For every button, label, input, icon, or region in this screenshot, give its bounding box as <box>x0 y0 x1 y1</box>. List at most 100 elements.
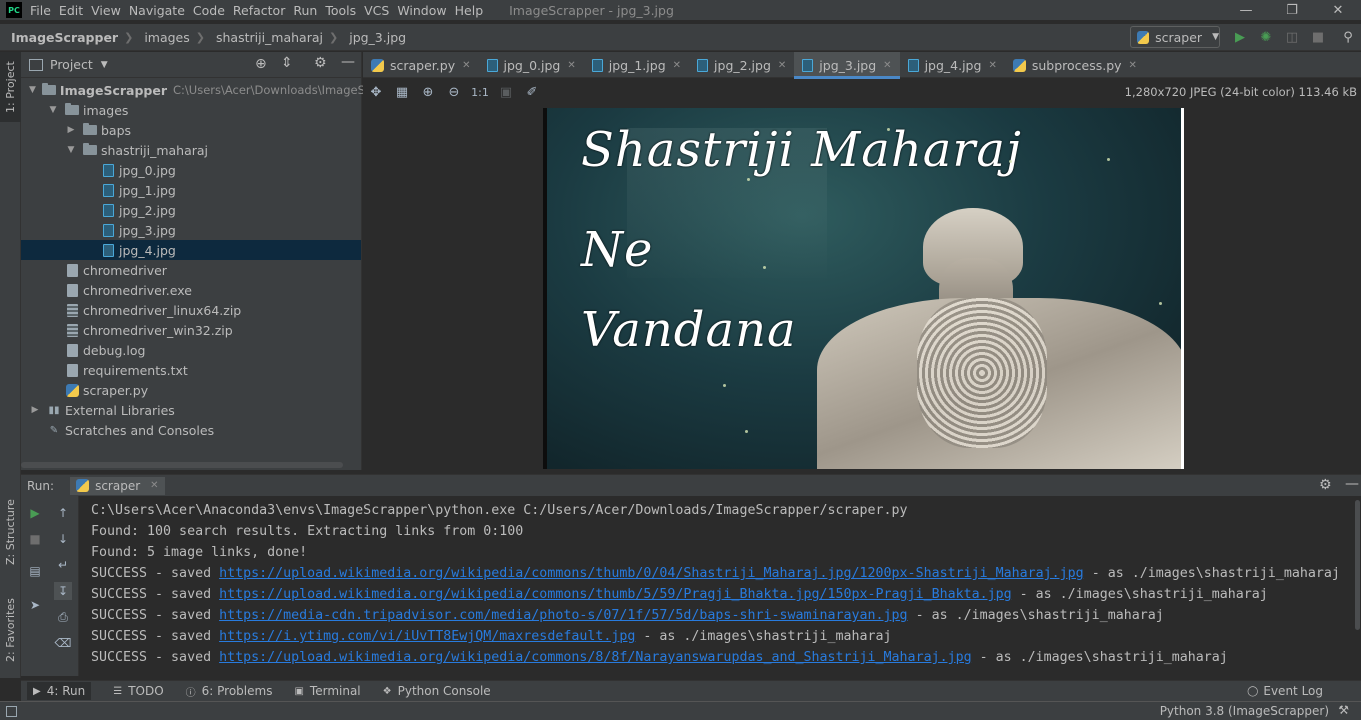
coverage-icon[interactable]: ◫ <box>1283 28 1301 46</box>
tree-item[interactable]: ▶ baps <box>21 120 361 140</box>
console-link[interactable]: https://upload.wikimedia.org/wikipedia/c… <box>219 587 1012 602</box>
expand-arrow-icon[interactable]: ▶ <box>65 125 77 135</box>
editor-tab[interactable]: jpg_3.jpg ✕ <box>794 52 900 79</box>
console-link[interactable]: https://media-cdn.tripadvisor.com/media/… <box>219 608 907 623</box>
tree-item[interactable]: jpg_0.jpg <box>21 160 361 180</box>
close-tab-icon[interactable]: ✕ <box>673 60 681 71</box>
soft-wrap-icon[interactable]: ↵ <box>54 556 72 574</box>
tree-item[interactable]: jpg_1.jpg <box>21 180 361 200</box>
minimize-icon[interactable]: — <box>1223 0 1269 20</box>
editor-tab[interactable]: subprocess.py ✕ <box>1005 52 1145 78</box>
close-tab-icon[interactable]: ✕ <box>462 60 470 71</box>
bottom-tab[interactable]: ▣ Terminal <box>294 684 360 698</box>
console-output[interactable]: C:\Users\Acer\Anaconda3\envs\ImageScrapp… <box>80 496 1361 676</box>
tree-item[interactable]: chromedriver_win32.zip <box>21 320 361 340</box>
close-icon[interactable]: ✕ <box>150 480 158 491</box>
layout-icon[interactable]: ▤ <box>26 562 44 580</box>
zoom-out-icon[interactable]: ⊖ <box>441 85 467 100</box>
tree-item[interactable]: chromedriver <box>21 260 361 280</box>
hide-panel-icon[interactable]: — <box>341 54 355 70</box>
scroll-down-icon[interactable]: ↓ <box>54 530 72 548</box>
editor-tab[interactable]: scraper.py ✕ <box>363 52 479 78</box>
pin-icon[interactable]: ➤ <box>26 596 44 614</box>
menu-help[interactable]: Help <box>455 3 490 18</box>
print-icon[interactable]: ⎙ <box>54 608 72 626</box>
restore-icon[interactable]: ❐ <box>1269 0 1315 20</box>
zoom-in-icon[interactable]: ⊕ <box>415 85 441 100</box>
tree-item-external-libraries[interactable]: ▶ ▮▮ External Libraries <box>21 400 361 420</box>
menu-refactor[interactable]: Refactor <box>233 3 291 18</box>
bottom-tab[interactable]: ▶ 4: Run <box>27 682 92 700</box>
scroll-up-icon[interactable]: ↑ <box>54 504 72 522</box>
close-tab-icon[interactable]: ✕ <box>883 60 891 71</box>
tree-item[interactable]: jpg_2.jpg <box>21 200 361 220</box>
close-tab-icon[interactable]: ✕ <box>988 60 996 71</box>
expand-arrow-icon[interactable]: ▼ <box>47 105 59 115</box>
tree-item-scratches[interactable]: ✎ Scratches and Consoles <box>21 420 361 440</box>
tree-item[interactable]: ▼ shastriji_maharaj <box>21 140 361 160</box>
close-tab-icon[interactable]: ✕ <box>778 60 786 71</box>
menu-navigate[interactable]: Navigate <box>129 3 191 18</box>
console-link[interactable]: https://upload.wikimedia.org/wikipedia/c… <box>219 566 1084 581</box>
menu-code[interactable]: Code <box>193 3 231 18</box>
fit-screen-icon[interactable]: ✥ <box>363 85 389 100</box>
menu-run[interactable]: Run <box>293 3 323 18</box>
tree-item[interactable]: jpg_4.jpg <box>21 240 361 260</box>
menu-view[interactable]: View <box>91 3 127 18</box>
editor-tab[interactable]: jpg_4.jpg ✕ <box>900 52 1005 78</box>
chevron-down-icon[interactable]: ▼ <box>101 60 108 70</box>
toggle-tool-windows-icon[interactable] <box>6 705 17 717</box>
menu-edit[interactable]: Edit <box>59 3 89 18</box>
favorites-tool-tab[interactable]: 2: Favorites <box>0 590 21 670</box>
fit-zoom-icon[interactable]: ▣ <box>493 85 519 100</box>
locate-icon[interactable]: ⊕ <box>255 56 267 72</box>
expand-arrow-icon[interactable]: ▼ <box>29 85 36 95</box>
gear-icon[interactable]: ⚙ <box>314 55 327 71</box>
tree-item[interactable]: chromedriver_linux64.zip <box>21 300 361 320</box>
tree-item[interactable]: ▼ images <box>21 100 361 120</box>
tree-item[interactable]: jpg_3.jpg <box>21 220 361 240</box>
tree-root[interactable]: ▼ ImageScrapper C:\Users\Acer\Downloads\… <box>21 80 398 100</box>
breadcrumb-images[interactable]: images ❯ <box>144 30 205 45</box>
expand-arrow-icon[interactable]: ▼ <box>65 145 77 155</box>
stop-icon[interactable]: ■ <box>26 530 44 548</box>
stop-icon[interactable]: ■ <box>1309 28 1327 46</box>
breadcrumb-shastriji-maharaj[interactable]: shastriji_maharaj ❯ <box>216 30 338 45</box>
expand-arrow-icon[interactable]: ▶ <box>29 405 41 415</box>
tree-item[interactable]: requirements.txt <box>21 360 361 380</box>
breadcrumb-jpg-3[interactable]: jpg_3.jpg <box>349 30 406 45</box>
trash-icon[interactable]: ⌫ <box>54 634 72 652</box>
rerun-icon[interactable]: ▶ <box>26 504 44 522</box>
project-view-selector[interactable]: Project <box>50 57 93 72</box>
run-tab-scraper[interactable]: scraper ✕ <box>70 476 165 495</box>
search-icon[interactable]: ⚲ <box>1339 28 1357 46</box>
menu-vcs[interactable]: VCS <box>364 3 395 18</box>
structure-tool-tab[interactable]: Z: Structure <box>0 492 21 572</box>
python-interpreter[interactable]: Python 3.8 (ImageScrapper) <box>1160 704 1329 718</box>
event-log-tab[interactable]: ◯ Event Log <box>1247 684 1323 698</box>
close-tab-icon[interactable]: ✕ <box>1129 60 1137 71</box>
lock-icon[interactable]: ⚒ <box>1338 703 1349 717</box>
menu-tools[interactable]: Tools <box>325 3 362 18</box>
color-picker-icon[interactable]: ✐ <box>519 85 545 100</box>
console-link[interactable]: https://i.ytimg.com/vi/iUvTT8EwjQM/maxre… <box>219 629 635 644</box>
debug-icon[interactable]: ✺ <box>1257 28 1275 46</box>
editor-tab[interactable]: jpg_1.jpg ✕ <box>584 52 689 78</box>
close-tab-icon[interactable]: ✕ <box>567 60 575 71</box>
console-link[interactable]: https://upload.wikimedia.org/wikipedia/c… <box>219 650 972 665</box>
grid-icon[interactable]: ▦ <box>389 85 415 100</box>
console-scrollbar[interactable] <box>1355 500 1360 630</box>
editor-tab[interactable]: jpg_0.jpg ✕ <box>479 52 584 78</box>
menu-file[interactable]: File <box>30 3 57 18</box>
project-tool-tab[interactable]: 1: Project <box>0 52 21 122</box>
hide-panel-icon[interactable]: — <box>1345 476 1359 492</box>
tree-item[interactable]: debug.log <box>21 340 361 360</box>
tree-item[interactable]: chromedriver.exe <box>21 280 361 300</box>
bottom-tab[interactable]: ⓘ 6: Problems <box>186 684 273 699</box>
breadcrumb-project[interactable]: ImageScrapper ❯ <box>11 30 133 45</box>
tree-item[interactable]: scraper.py <box>21 380 361 400</box>
editor-tab[interactable]: jpg_2.jpg ✕ <box>689 52 794 78</box>
horizontal-scrollbar[interactable] <box>21 462 343 468</box>
gear-icon[interactable]: ⚙ <box>1319 477 1332 493</box>
scroll-to-end-icon[interactable]: ↧ <box>54 582 72 600</box>
